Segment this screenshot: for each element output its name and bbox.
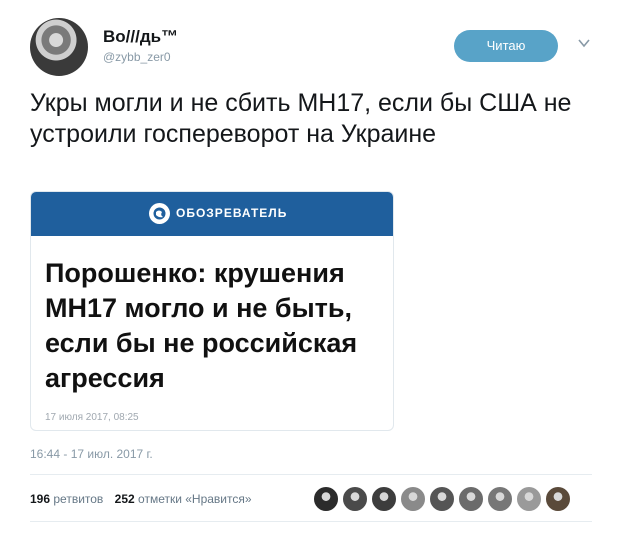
divider [30,474,592,475]
following-button[interactable]: Читаю [454,30,558,62]
username[interactable]: @zybb_zer0 [103,50,171,64]
liker-avatar[interactable] [429,486,455,512]
retweets-stat[interactable]: 196 ретвитов [30,492,103,506]
retweets-label: ретвитов [53,492,104,506]
card-header: ОБОЗРЕВАТЕЛЬ [31,192,393,236]
liker-avatar[interactable] [458,486,484,512]
liker-avatars [313,486,574,512]
globe-logo-icon [149,203,170,224]
user-avatar[interactable] [30,18,88,76]
liker-avatar[interactable] [342,486,368,512]
retweets-count: 196 [30,492,51,506]
chevron-down-icon[interactable] [576,36,592,50]
link-card[interactable]: ОБОЗРЕВАТЕЛЬ Порошенко: крушения МН17 мо… [30,191,394,431]
likes-stat[interactable]: 252 отметки «Нравится» [115,492,252,506]
card-headline: Порошенко: крушения МН17 могло и не быть… [45,258,358,393]
display-name[interactable]: Во///дь™ [103,27,178,47]
liker-avatar[interactable] [545,486,571,512]
tweet-timestamp[interactable]: 16:44 - 17 июл. 2017 г. [30,447,153,461]
card-date: 17 июля 2017, 08:25 [45,412,139,423]
tweet-text: Укры могли и не сбить МН17, если бы США … [30,89,572,148]
tweet-stats: 196 ретвитов 252 отметки «Нравится» [30,492,252,506]
liker-avatar[interactable] [400,486,426,512]
likes-count: 252 [114,492,135,506]
divider [30,521,592,522]
liker-avatar[interactable] [516,486,542,512]
liker-avatar[interactable] [313,486,339,512]
liker-avatar[interactable] [371,486,397,512]
likes-label: отметки «Нравится» [138,492,252,506]
liker-avatar[interactable] [487,486,513,512]
card-source-name: ОБОЗРЕВАТЕЛЬ [176,206,288,220]
